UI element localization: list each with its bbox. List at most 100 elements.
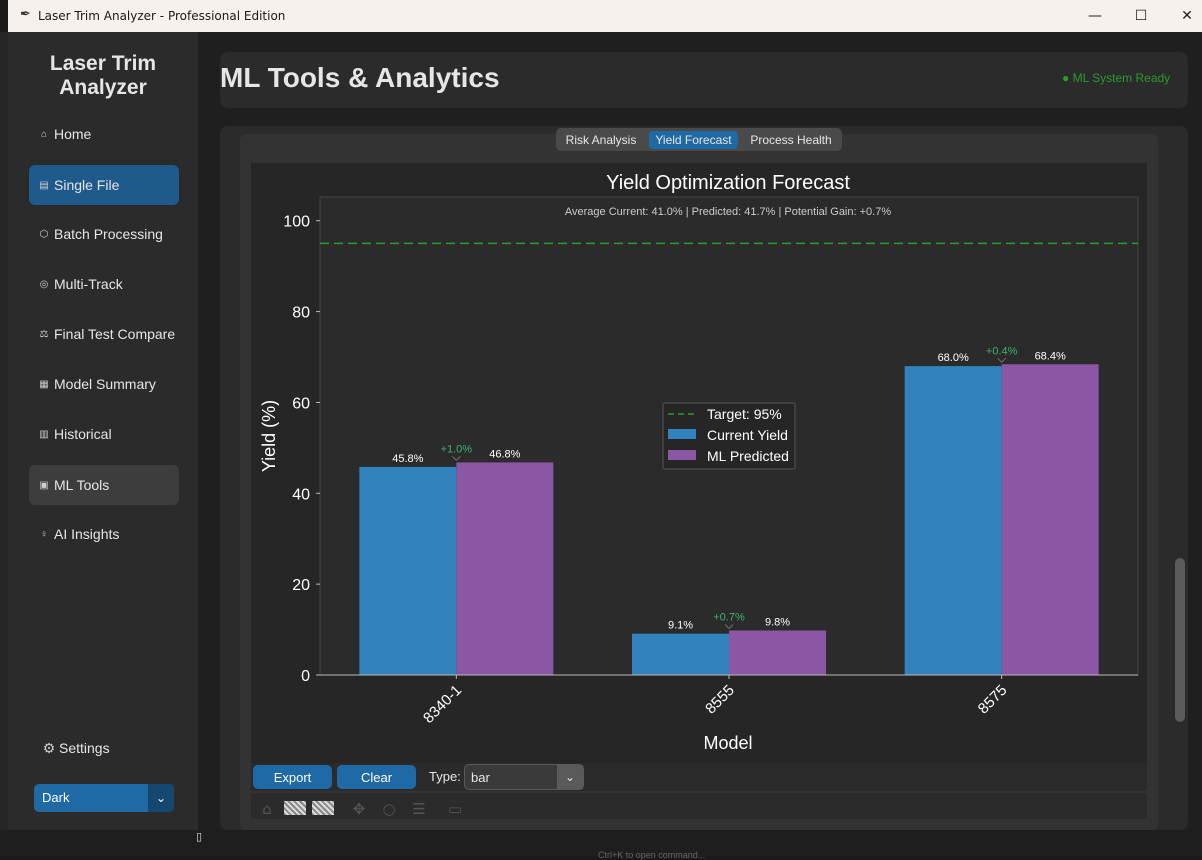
summary-icon: ▦: [39, 378, 49, 390]
maximize-button[interactable]: ☐: [1118, 0, 1164, 32]
page-title: ML Tools & Analytics: [220, 62, 500, 93]
sidebar-item-settings[interactable]: ⚙ Settings: [34, 728, 184, 768]
bar-current-yield[interactable]: [904, 366, 1002, 675]
minimize-button[interactable]: —: [1072, 0, 1118, 32]
gain-annotation: +0.4%: [986, 345, 1018, 357]
theme-value: Dark: [42, 790, 70, 805]
sidebar: Laser Trim Analyzer ⌂ Home ▤ Single File…: [8, 32, 198, 830]
window-title: Laser Trim Analyzer - Professional Editi…: [38, 9, 286, 23]
y-tick-label: 60: [292, 395, 310, 412]
home-icon[interactable]: ⌂: [256, 800, 278, 818]
theme-select[interactable]: Dark ⌄: [34, 784, 174, 812]
configure-icon[interactable]: ☰: [408, 800, 430, 818]
maximize-icon: ☐: [1134, 8, 1148, 24]
tab-bar: Risk Analysis Yield Forecast Process Hea…: [556, 128, 842, 151]
sidebar-item-label: Multi-Track: [54, 276, 123, 292]
x-tick-label: 8340-1: [420, 682, 465, 727]
tab-label: Risk Analysis: [565, 133, 637, 147]
tab-process-health[interactable]: Process Health: [742, 131, 840, 149]
bar-value-label: 68.0%: [938, 352, 969, 364]
bar-value-label: 46.8%: [489, 448, 520, 460]
compare-icon: ⚖: [39, 328, 49, 340]
chevron-down-icon[interactable]: ⌄: [148, 784, 174, 812]
sidebar-item-label: Final Test Compare: [54, 326, 176, 342]
yield-forecast-chart[interactable]: Yield Optimization Forecast Average Curr…: [251, 163, 1147, 763]
sidebar-item-model-summary[interactable]: ▦ Model Summary: [29, 364, 179, 404]
export-button[interactable]: Export: [253, 765, 332, 789]
sidebar-item-label: Single File: [54, 177, 120, 193]
chart-title: Yield Optimization Forecast: [606, 172, 850, 194]
sidebar-item-single-file[interactable]: ▤ Single File: [29, 165, 179, 205]
gain-annotation: +0.7%: [713, 611, 745, 623]
zoom-icon[interactable]: ○: [378, 800, 400, 818]
sidebar-item-historical[interactable]: ▥ Historical: [29, 414, 179, 454]
sidebar-item-label: Model Summary: [54, 376, 156, 392]
chevron-down-icon[interactable]: ⌄: [557, 765, 583, 789]
y-tick-label: 40: [292, 486, 310, 503]
chart-legend: Target: 95% Current Yield ML Predicted: [662, 402, 796, 470]
chart-subtitle: Average Current: 41.0% | Predicted: 41.7…: [565, 206, 891, 218]
tab-yield-forecast[interactable]: Yield Forecast: [649, 131, 738, 149]
tab-label: Process Health: [750, 133, 832, 147]
y-tick-label: 100: [283, 214, 310, 231]
pan-icon[interactable]: ✥: [348, 800, 370, 818]
app-brand: Laser Trim Analyzer: [8, 52, 198, 100]
bar-ml-predicted[interactable]: [1001, 364, 1099, 675]
save-icon[interactable]: ▭: [444, 800, 466, 818]
sidebar-item-label: Historical: [54, 426, 112, 442]
minimize-icon: —: [1088, 8, 1102, 24]
chart-type-value: bar: [471, 770, 490, 785]
feather-icon: ✒: [20, 7, 31, 22]
bar-value-label: 45.8%: [392, 453, 423, 465]
y-tick-label: 20: [292, 577, 310, 594]
sidebar-item-ai-insights[interactable]: ♀ AI Insights: [29, 514, 179, 554]
close-icon: ✕: [1181, 8, 1193, 24]
y-axis-label: Yield (%): [259, 400, 279, 472]
bar-current-yield[interactable]: [359, 466, 457, 675]
x-axis-label: Model: [703, 733, 752, 753]
bar-value-label: 9.8%: [765, 616, 790, 628]
sidebar-item-label: Settings: [59, 740, 110, 756]
sidebar-item-home[interactable]: ⌂ Home: [29, 114, 179, 154]
bar-ml-predicted[interactable]: [729, 630, 826, 675]
legend-current-label: Current Yield: [707, 427, 788, 443]
file-icon: ▤: [39, 179, 49, 191]
forward-icon[interactable]: [312, 801, 334, 815]
text-cursor-icon: ▯: [196, 830, 203, 843]
type-label: Type:: [429, 769, 461, 784]
sidebar-item-label: AI Insights: [54, 526, 120, 542]
sidebar-item-ml-tools[interactable]: ▣ ML Tools: [29, 465, 179, 505]
sidebar-item-label: Batch Processing: [54, 226, 163, 242]
history-icon: ▥: [39, 428, 49, 440]
back-icon[interactable]: [284, 801, 306, 815]
clear-button[interactable]: Clear: [337, 765, 416, 789]
bar-value-label: 68.4%: [1035, 350, 1066, 362]
sidebar-item-label: Home: [54, 126, 92, 142]
tab-label: Yield Forecast: [655, 133, 732, 147]
bulb-icon: ♀: [40, 528, 48, 540]
brand-text: Laser Trim Analyzer: [49, 52, 157, 99]
batch-icon: ⬡: [39, 228, 49, 240]
sidebar-item-label: ML Tools: [54, 477, 110, 493]
home-icon: ⌂: [40, 128, 48, 140]
bar-ml-predicted[interactable]: [456, 462, 554, 675]
multi-track-icon: ◎: [39, 278, 49, 290]
sidebar-item-batch-processing[interactable]: ⬡ Batch Processing: [29, 214, 179, 254]
scrollbar-thumb[interactable]: [1175, 558, 1185, 722]
bar-current-yield[interactable]: [632, 633, 729, 675]
legend-target-label: Target: 95%: [707, 406, 782, 422]
legend-predicted-label: ML Predicted: [707, 448, 789, 464]
bottom-hint: Ctrl+K to open command...: [598, 850, 706, 860]
sidebar-item-final-test-compare[interactable]: ⚖ Final Test Compare: [29, 314, 179, 354]
x-tick-label: 8555: [702, 682, 738, 718]
bar-value-label: 9.1%: [668, 620, 693, 632]
sidebar-item-multi-track[interactable]: ◎ Multi-Track: [29, 264, 179, 304]
close-button[interactable]: ✕: [1164, 0, 1202, 32]
y-tick-label: 80: [292, 305, 310, 322]
gain-annotation: +1.0%: [441, 443, 473, 455]
tab-risk-analysis[interactable]: Risk Analysis: [558, 131, 644, 149]
chart-type-select[interactable]: bar ⌄: [464, 764, 584, 790]
status-badge: ● ML System Ready: [1062, 71, 1171, 85]
legend-current-swatch: [668, 429, 696, 439]
gear-icon: ⚙: [42, 739, 56, 756]
